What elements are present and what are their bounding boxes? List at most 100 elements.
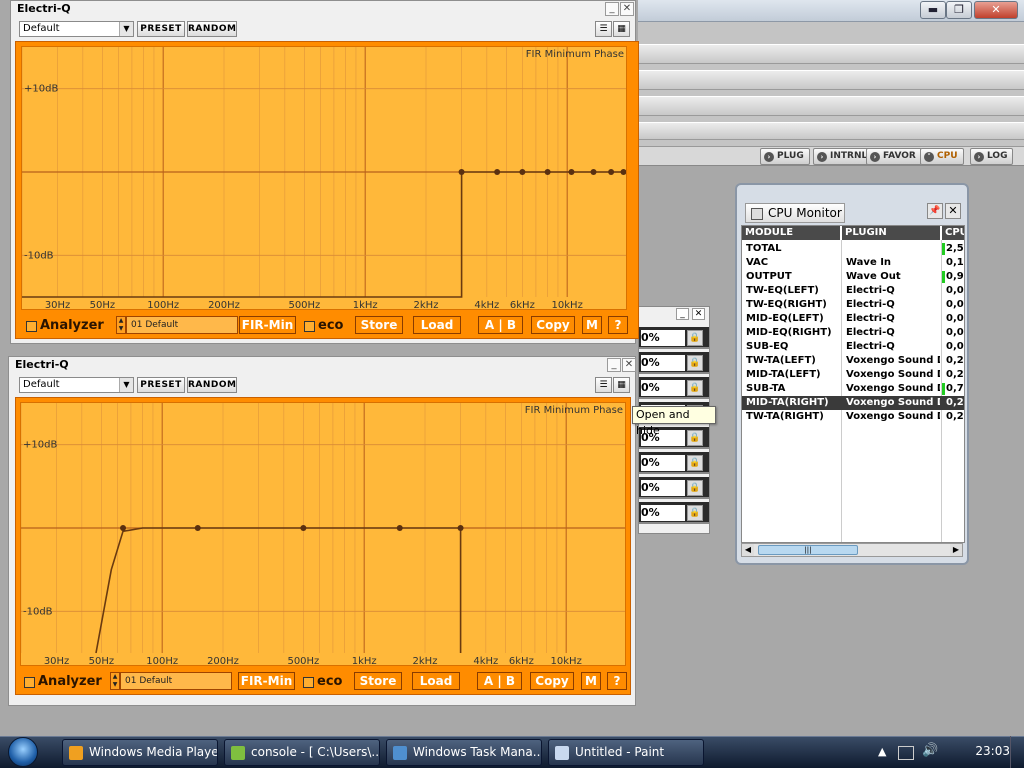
preset-dropdown[interactable]: Default ▼ — [19, 21, 134, 37]
eq-band-node[interactable] — [590, 169, 597, 175]
eq-band-node[interactable] — [494, 169, 501, 175]
eq-band-node[interactable] — [396, 525, 403, 531]
eco-checkbox[interactable] — [303, 677, 314, 688]
lock-icon[interactable]: 🔒 — [687, 430, 703, 446]
pin-icon[interactable]: 📌 — [927, 203, 943, 219]
keyboard-icon[interactable]: ▦ — [613, 21, 630, 37]
program-field[interactable]: 01 Default — [120, 672, 232, 690]
show-desktop-button[interactable] — [1010, 736, 1024, 768]
taskbar-item[interactable]: console - [ C:\Users\... — [224, 739, 380, 766]
scroll-right-icon[interactable]: ▶ — [950, 544, 962, 556]
cpu-monitor-tab[interactable]: CPU Monitor — [745, 203, 845, 223]
m-button[interactable]: M — [581, 672, 601, 690]
network-icon[interactable] — [898, 746, 914, 760]
eq-band-node[interactable] — [194, 525, 201, 531]
minimize-button[interactable]: _ — [676, 308, 689, 320]
eq-band-node[interactable] — [608, 169, 615, 175]
preset-dropdown[interactable]: Default ▼ — [19, 377, 134, 393]
eq-band-node[interactable] — [544, 169, 551, 175]
table-row[interactable]: TW-TA(RIGHT) Voxengo Sound De 0,2 — [742, 410, 964, 424]
eq-band-node[interactable] — [457, 525, 464, 531]
horizontal-scrollbar[interactable]: ◀ ||| ▶ — [741, 543, 963, 557]
lock-icon[interactable]: 🔒 — [687, 505, 703, 521]
preset-button[interactable]: PRESET — [137, 377, 185, 393]
table-row[interactable]: VAC Wave In 0,1 — [742, 256, 964, 270]
eq-band-node[interactable] — [120, 525, 127, 531]
settings-icon[interactable]: ☰ — [595, 21, 612, 37]
eq-graph[interactable]: +10dB -10dB 30Hz 50Hz 100Hz 200Hz 500Hz 1kHz 2kH… — [21, 46, 627, 310]
load-button[interactable]: Load — [413, 316, 461, 334]
eco-checkbox[interactable] — [304, 321, 315, 332]
ab-button[interactable]: A | B — [477, 672, 522, 690]
help-button[interactable]: ? — [607, 672, 627, 690]
close-button[interactable]: ✕ — [620, 2, 634, 16]
minimize-button[interactable]: ▬ — [920, 1, 946, 19]
taskbar-item[interactable]: Windows Media Player — [62, 739, 218, 766]
nav-plug[interactable]: › PLUG — [760, 148, 810, 165]
m-button[interactable]: M — [582, 316, 602, 334]
preset-button[interactable]: PRESET — [137, 21, 185, 37]
lock-icon[interactable]: 🔒 — [687, 330, 703, 346]
analyzer-checkbox[interactable] — [24, 677, 35, 688]
ab-button[interactable]: A | B — [478, 316, 523, 334]
nav-log[interactable]: › LOG — [970, 148, 1014, 165]
store-button[interactable]: Store — [354, 672, 402, 690]
close-button[interactable]: ✕ — [692, 308, 705, 320]
scroll-left-icon[interactable]: ◀ — [742, 544, 754, 556]
program-spinner[interactable]: ▲ ▼ — [110, 672, 120, 690]
table-row[interactable]: SUB-TA Voxengo Sound De 0,7 — [742, 382, 964, 396]
close-button[interactable]: ✕ — [622, 358, 636, 372]
lock-icon[interactable]: 🔒 — [687, 455, 703, 471]
table-row[interactable]: MID-TA(LEFT) Voxengo Sound De 0,2 — [742, 368, 964, 382]
table-row[interactable]: TW-EQ(RIGHT) Electri-Q 0,0 — [742, 298, 964, 312]
fir-min-button[interactable]: FIR-Min — [239, 316, 296, 334]
restore-button[interactable]: ❐ — [946, 1, 972, 19]
lock-icon[interactable]: 🔒 — [687, 380, 703, 396]
random-button[interactable]: RANDOM — [187, 377, 237, 393]
fir-min-button[interactable]: FIR-Min — [238, 672, 295, 690]
table-row[interactable]: OUTPUT Wave Out 0,9 — [742, 270, 964, 284]
store-button[interactable]: Store — [355, 316, 403, 334]
eq-band-node[interactable] — [458, 169, 465, 175]
program-spinner[interactable]: ▲ ▼ — [116, 316, 126, 334]
eq-band-node[interactable] — [519, 169, 526, 175]
table-row[interactable]: MID-TA(RIGHT) Voxengo Sound De 0,2 — [742, 396, 964, 410]
table-row[interactable]: MID-EQ(LEFT) Electri-Q 0,0 — [742, 312, 964, 326]
eq-band-node[interactable] — [620, 169, 627, 175]
eq-graph[interactable]: +10dB -10dB 30Hz 50Hz 100Hz 200Hz 500Hz 1kHz 2kH… — [20, 402, 626, 666]
table-row[interactable]: SUB-EQ Electri-Q 0,0 — [742, 340, 964, 354]
program-field[interactable]: 01 Default — [126, 316, 238, 334]
nav-cpu[interactable]: ˅ CPU — [920, 148, 964, 165]
load-button[interactable]: Load — [412, 672, 460, 690]
eq-band-node[interactable] — [300, 525, 307, 531]
table-row[interactable]: TOTAL 2,5 — [742, 242, 964, 256]
eq-band-node[interactable] — [568, 169, 575, 175]
random-button[interactable]: RANDOM — [187, 21, 237, 37]
minimize-button[interactable]: _ — [605, 2, 619, 16]
table-row[interactable]: MID-EQ(RIGHT) Electri-Q 0,0 — [742, 326, 964, 340]
clock[interactable]: 23:03 — [975, 744, 1010, 758]
keyboard-icon[interactable]: ▦ — [613, 377, 630, 393]
nav-favor[interactable]: › FAVOR — [866, 148, 922, 165]
minimize-button[interactable]: _ — [607, 358, 621, 372]
close-button[interactable]: ✕ — [945, 203, 961, 219]
table-row[interactable]: TW-EQ(LEFT) Electri-Q 0,0 — [742, 284, 964, 298]
show-hidden-icons-icon[interactable]: ▲ — [878, 745, 886, 758]
column-header[interactable]: CPU — [942, 226, 964, 240]
scroll-thumb[interactable]: ||| — [758, 545, 858, 555]
table-row[interactable]: TW-TA(LEFT) Voxengo Sound De 0,2 — [742, 354, 964, 368]
copy-button[interactable]: Copy — [530, 672, 574, 690]
volume-icon[interactable]: 🔊 — [922, 743, 938, 758]
start-button[interactable] — [2, 736, 50, 768]
analyzer-checkbox[interactable] — [26, 321, 37, 332]
column-header[interactable]: PLUGIN — [842, 226, 940, 240]
lock-icon[interactable]: 🔒 — [687, 480, 703, 496]
taskbar-item[interactable]: Windows Task Mana... — [386, 739, 542, 766]
taskbar-item[interactable]: Untitled - Paint — [548, 739, 704, 766]
close-button[interactable]: ✕ — [974, 1, 1018, 19]
nav-intrnl[interactable]: › INTRNL — [813, 148, 874, 165]
column-header[interactable]: MODULE — [742, 226, 840, 240]
lock-icon[interactable]: 🔒 — [687, 355, 703, 371]
help-button[interactable]: ? — [608, 316, 628, 334]
settings-icon[interactable]: ☰ — [595, 377, 612, 393]
